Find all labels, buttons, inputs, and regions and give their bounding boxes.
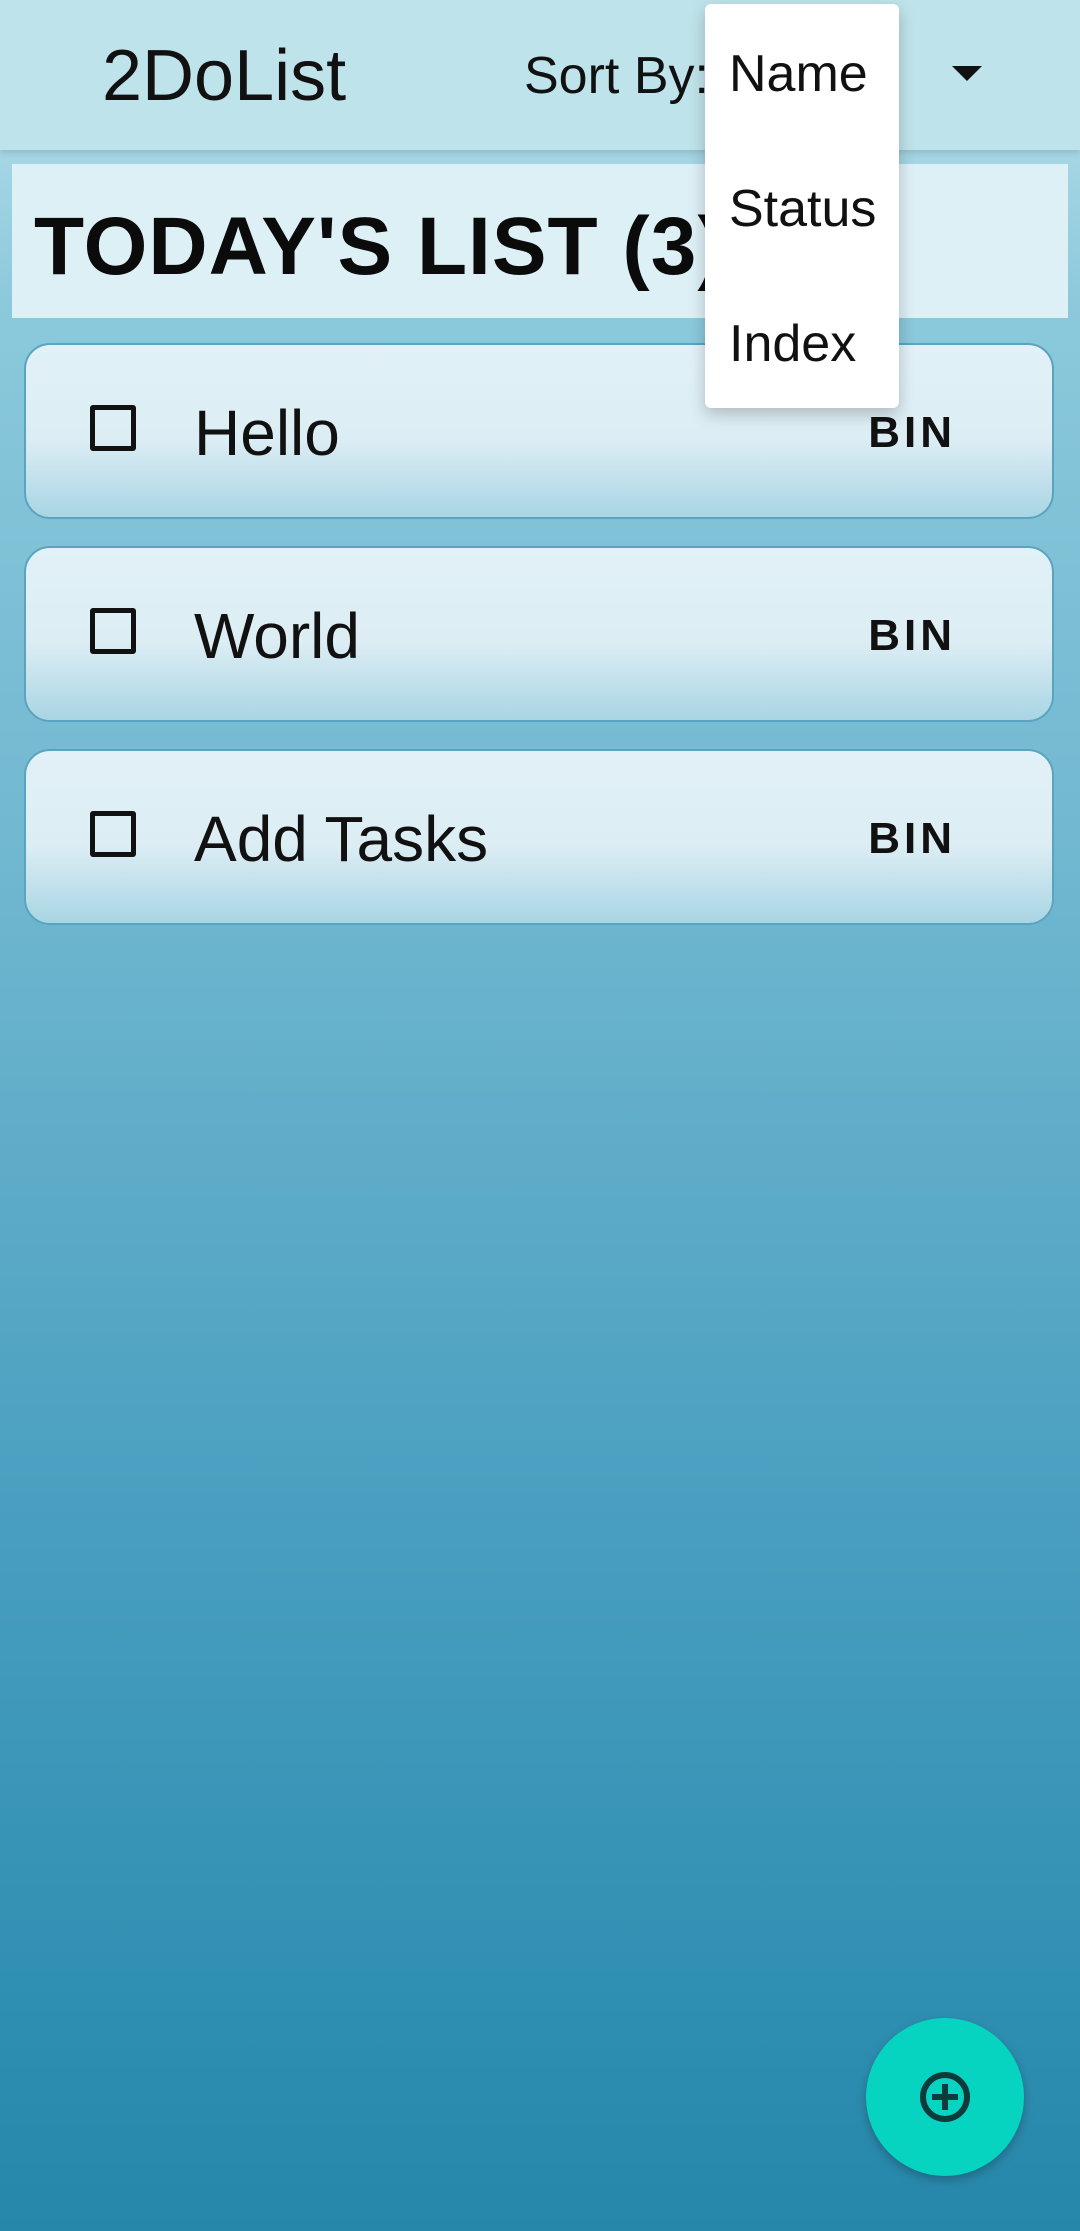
task-checkbox[interactable] [90,405,136,451]
task-item[interactable]: World BIN [24,546,1054,722]
task-label: Add Tasks [194,803,489,875]
task-checkbox[interactable] [90,811,136,857]
chevron-down-icon[interactable] [952,66,982,81]
sort-option-name[interactable]: Name [729,44,868,104]
add-task-button[interactable] [866,2018,1024,2176]
list-header: TODAY'S LIST (3) [12,164,1068,318]
sort-option-status[interactable]: Status [729,179,876,239]
app-title: 2DoList [102,36,347,116]
task-label: Hello [194,397,340,469]
list-title: TODAY'S LIST (3) [34,201,726,292]
bin-button[interactable]: BIN [868,409,956,457]
sort-by-label: Sort By: [524,47,709,105]
add-circle-icon [920,2072,970,2122]
bin-button[interactable]: BIN [868,612,956,660]
sort-dropdown-menu: Name Status Index [705,4,899,408]
task-checkbox[interactable] [90,608,136,654]
bin-button[interactable]: BIN [868,815,956,863]
app-bar: 2DoList Sort By: [0,0,1080,150]
task-label: World [194,600,360,672]
sort-option-index[interactable]: Index [729,314,856,374]
task-item[interactable]: Add Tasks BIN [24,749,1054,925]
task-item[interactable]: Hello BIN [24,343,1054,519]
